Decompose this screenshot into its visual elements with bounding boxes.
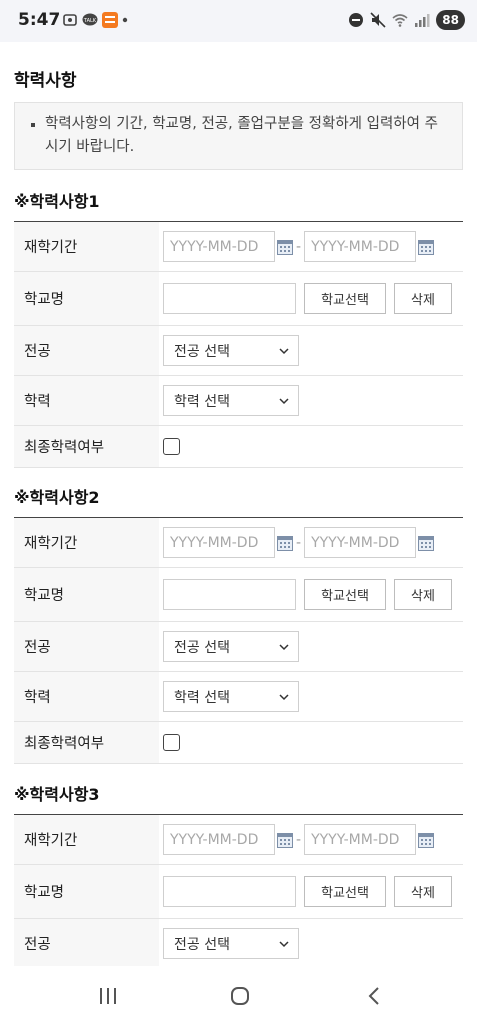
school-label: 학교명 bbox=[14, 568, 159, 621]
final-education-label: 최종학력여부 bbox=[14, 722, 159, 763]
final-education-row: 최종학력여부 bbox=[14, 722, 463, 764]
start-date-input[interactable]: YYYY-MM-DD bbox=[163, 231, 275, 262]
major-select-value: 전공 선택 bbox=[174, 639, 230, 656]
end-date-input[interactable]: YYYY-MM-DD bbox=[304, 527, 417, 558]
degree-select[interactable]: 학력 선택 bbox=[163, 385, 299, 416]
major-row: 전공 전공 선택 bbox=[14, 326, 463, 376]
education-table: 재학기간 YYYY-MM-DD - YYYY-MM-DD 학교명 학교선택 삭제… bbox=[14, 221, 463, 468]
mute-icon bbox=[370, 12, 386, 28]
final-education-row: 최종학력여부 bbox=[14, 426, 463, 468]
home-icon[interactable] bbox=[228, 984, 252, 1008]
school-name-input[interactable] bbox=[163, 579, 296, 610]
education-table: 재학기간 YYYY-MM-DD - YYYY-MM-DD 학교명 학교선택 삭제… bbox=[14, 814, 463, 966]
degree-select[interactable]: 학력 선택 bbox=[163, 681, 299, 712]
talk-icon-label: TALK bbox=[83, 18, 97, 24]
final-education-label: 최종학력여부 bbox=[14, 426, 159, 467]
degree-select-value: 학력 선택 bbox=[174, 393, 230, 410]
calendar-icon[interactable] bbox=[277, 832, 293, 848]
dnd-icon bbox=[349, 13, 364, 27]
screenshot-icon bbox=[63, 14, 77, 26]
school-select-button[interactable]: 학교선택 bbox=[304, 283, 386, 314]
chevron-down-icon bbox=[279, 644, 289, 651]
school-row: 학교명 학교선택 삭제 bbox=[14, 865, 463, 919]
range-separator: - bbox=[296, 534, 302, 551]
school-row: 학교명 학교선택 삭제 bbox=[14, 568, 463, 622]
delete-button[interactable]: 삭제 bbox=[394, 579, 452, 610]
signal-icon bbox=[415, 14, 430, 27]
status-time: 5:47 bbox=[18, 10, 61, 30]
page-content: 학력사항 학력사항의 기간, 학교명, 전공, 졸업구분을 정확하게 입력하여 … bbox=[0, 42, 477, 966]
major-label: 전공 bbox=[14, 622, 159, 671]
system-icons: 88 bbox=[348, 10, 465, 30]
major-row: 전공 전공 선택 bbox=[14, 622, 463, 672]
period-row: 재학기간 YYYY-MM-DD - YYYY-MM-DD bbox=[14, 815, 463, 865]
final-education-checkbox[interactable] bbox=[163, 438, 180, 455]
more-dot-icon bbox=[122, 17, 128, 23]
navigation-bar bbox=[0, 966, 477, 1024]
education-section-3: ※학력사항3 재학기간 YYYY-MM-DD - YYYY-MM-DD 학교명 … bbox=[14, 785, 463, 966]
chevron-down-icon bbox=[279, 941, 289, 948]
degree-select-value: 학력 선택 bbox=[174, 689, 230, 706]
school-name-input[interactable] bbox=[163, 876, 296, 907]
notice-text: 학력사항의 기간, 학교명, 전공, 졸업구분을 정확하게 입력하여 주시기 바… bbox=[31, 113, 446, 159]
school-select-button[interactable]: 학교선택 bbox=[304, 579, 386, 610]
calendar-icon[interactable] bbox=[418, 239, 435, 255]
calendar-icon[interactable] bbox=[418, 832, 435, 848]
school-name-input[interactable] bbox=[163, 283, 296, 314]
end-date-input[interactable]: YYYY-MM-DD bbox=[304, 824, 417, 855]
delete-button[interactable]: 삭제 bbox=[394, 283, 452, 314]
major-select[interactable]: 전공 선택 bbox=[163, 631, 299, 662]
section-title: ※학력사항1 bbox=[14, 192, 100, 211]
wifi-icon bbox=[392, 14, 408, 27]
calendar-icon[interactable] bbox=[277, 239, 293, 255]
notice-box: 학력사항의 기간, 학교명, 전공, 졸업구분을 정확하게 입력하여 주시기 바… bbox=[14, 102, 463, 170]
period-row: 재학기간 YYYY-MM-DD - YYYY-MM-DD bbox=[14, 222, 463, 272]
major-row: 전공 전공 선택 bbox=[14, 919, 463, 966]
recent-apps-icon[interactable] bbox=[96, 984, 120, 1008]
range-separator: - bbox=[296, 831, 302, 848]
major-select[interactable]: 전공 선택 bbox=[163, 335, 299, 366]
talk-icon: TALK bbox=[82, 13, 98, 26]
delete-button[interactable]: 삭제 bbox=[394, 876, 452, 907]
final-education-checkbox[interactable] bbox=[163, 734, 180, 751]
period-row: 재학기간 YYYY-MM-DD - YYYY-MM-DD bbox=[14, 518, 463, 568]
school-label: 학교명 bbox=[14, 272, 159, 325]
chevron-down-icon bbox=[279, 694, 289, 701]
section-title: ※학력사항3 bbox=[14, 785, 100, 804]
chevron-down-icon bbox=[279, 398, 289, 405]
degree-row: 학력 학력 선택 bbox=[14, 672, 463, 722]
education-section-2: ※학력사항2 재학기간 YYYY-MM-DD - YYYY-MM-DD 학교명 … bbox=[14, 488, 463, 764]
notification-icons: TALK bbox=[62, 12, 128, 28]
major-select[interactable]: 전공 선택 bbox=[163, 928, 299, 959]
school-row: 학교명 학교선택 삭제 bbox=[14, 272, 463, 326]
start-date-input[interactable]: YYYY-MM-DD bbox=[163, 824, 275, 855]
major-select-value: 전공 선택 bbox=[174, 343, 230, 360]
range-separator: - bbox=[296, 238, 302, 255]
battery-indicator: 88 bbox=[436, 10, 465, 30]
period-label: 재학기간 bbox=[14, 518, 159, 567]
degree-label: 학력 bbox=[14, 672, 159, 721]
app-notification-icon bbox=[102, 12, 118, 28]
section-title: ※학력사항2 bbox=[14, 488, 100, 507]
school-label: 학교명 bbox=[14, 865, 159, 918]
status-bar: 5:47 TALK 88 bbox=[0, 0, 477, 42]
chevron-down-icon bbox=[279, 348, 289, 355]
page-title: 학력사항 bbox=[14, 71, 77, 91]
education-table: 재학기간 YYYY-MM-DD - YYYY-MM-DD 학교명 학교선택 삭제… bbox=[14, 517, 463, 764]
calendar-icon[interactable] bbox=[418, 535, 435, 551]
back-icon[interactable] bbox=[363, 984, 387, 1008]
degree-label: 학력 bbox=[14, 376, 159, 425]
major-label: 전공 bbox=[14, 919, 159, 966]
major-select-value: 전공 선택 bbox=[174, 936, 230, 953]
education-section-1: ※학력사항1 재학기간 YYYY-MM-DD - YYYY-MM-DD 학교명 … bbox=[14, 192, 463, 468]
major-label: 전공 bbox=[14, 326, 159, 375]
period-label: 재학기간 bbox=[14, 222, 159, 271]
school-select-button[interactable]: 학교선택 bbox=[304, 876, 386, 907]
end-date-input[interactable]: YYYY-MM-DD bbox=[304, 231, 417, 262]
degree-row: 학력 학력 선택 bbox=[14, 376, 463, 426]
start-date-input[interactable]: YYYY-MM-DD bbox=[163, 527, 275, 558]
period-label: 재학기간 bbox=[14, 815, 159, 864]
calendar-icon[interactable] bbox=[277, 535, 293, 551]
